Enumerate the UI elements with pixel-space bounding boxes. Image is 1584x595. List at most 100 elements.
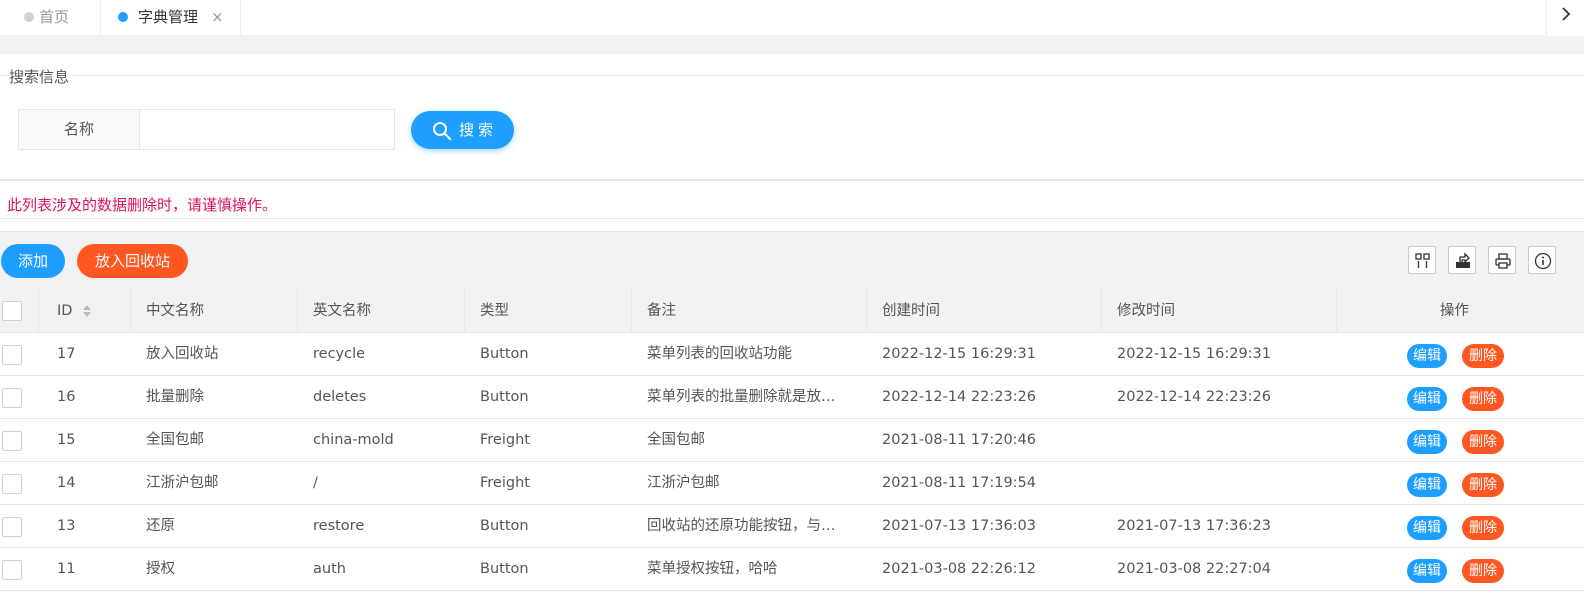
cell-cn-name: 还原 (146, 518, 175, 534)
recycle-button[interactable]: 放入回收站 (77, 244, 188, 278)
add-button[interactable]: 添加 (1, 244, 65, 278)
divider (0, 218, 1584, 219)
cell-id: 11 (57, 561, 76, 577)
cell-en-name: recycle (313, 346, 366, 362)
header-actions: 操作 (1440, 303, 1469, 319)
cell-note: 江浙沪包邮 (647, 475, 720, 491)
edit-button[interactable]: 编辑 (1407, 430, 1447, 454)
table-row: 14 江浙沪包邮 / Freight 江浙沪包邮 2021-08-11 17:19:54 编… (0, 462, 1584, 505)
cell-type: Button (480, 561, 529, 577)
select-all-checkbox[interactable] (2, 301, 22, 321)
cell-modify-time: 2022-12-15 16:29:31 (1117, 346, 1271, 362)
table-row: 16 批量删除 deletes Button 菜单列表的批量删除就是放… 2022-12-… (0, 376, 1584, 419)
cell-note: 菜单列表的批量删除就是放… (647, 389, 836, 405)
warning-text: 此列表涉及的数据删除时，请谨慎操作。 (7, 196, 278, 214)
cell-en-name: restore (313, 518, 365, 534)
cell-id: 17 (57, 346, 76, 362)
header-id[interactable]: ID (57, 289, 72, 332)
tab-label: 字典管理 (138, 8, 199, 26)
cell-create-time: 2021-03-08 22:26:12 (882, 561, 1036, 577)
cell-note: 菜单列表的回收站功能 (647, 346, 792, 362)
tab-status-dot (118, 12, 128, 22)
cell-en-name: / (313, 475, 318, 491)
delete-button[interactable]: 删除 (1462, 516, 1504, 540)
close-icon[interactable]: × (211, 0, 224, 34)
cell-create-time: 2021-07-13 17:36:03 (882, 518, 1036, 534)
cell-en-name: auth (313, 561, 346, 577)
table-row: 17 放入回收站 recycle Button 菜单列表的回收站功能 2022-12-15… (0, 333, 1584, 376)
cell-cn-name: 江浙沪包邮 (146, 475, 219, 491)
tab-status-dot (24, 12, 34, 22)
row-checkbox[interactable] (2, 431, 22, 451)
divider (0, 179, 1584, 181)
cell-id: 13 (57, 518, 76, 534)
row-checkbox[interactable] (2, 388, 22, 408)
tab-bar: 首页 字典管理 × (0, 0, 1584, 36)
sort-icon[interactable] (82, 304, 92, 318)
cell-note: 回收站的还原功能按钮，与… (647, 518, 836, 534)
cell-type: Freight (480, 475, 530, 491)
search-input[interactable] (139, 109, 395, 150)
edit-button[interactable]: 编辑 (1407, 387, 1447, 411)
table-row: 13 还原 restore Button 回收站的还原功能按钮，与… 2021-07-13… (0, 505, 1584, 548)
table-row: 11 授权 auth Button 菜单授权按钮，哈哈 2021-03-08 22:26:… (0, 548, 1584, 591)
search-legend: 搜索信息 (9, 66, 74, 87)
delete-button[interactable]: 删除 (1462, 559, 1504, 583)
delete-button[interactable]: 删除 (1462, 473, 1504, 497)
print-icon[interactable] (1488, 246, 1516, 274)
cell-modify-time: 2022-12-14 22:23:26 (1117, 389, 1271, 405)
cell-cn-name: 全国包邮 (146, 432, 204, 448)
header-note: 备注 (647, 303, 676, 319)
tab-dictionary[interactable]: 字典管理 × (101, 0, 241, 36)
cell-type: Button (480, 518, 529, 534)
row-checkbox[interactable] (2, 345, 22, 365)
cell-id: 15 (57, 432, 76, 448)
edit-button[interactable]: 编辑 (1407, 559, 1447, 583)
cell-modify-time: 2021-03-08 22:27:04 (1117, 561, 1271, 577)
row-checkbox[interactable] (2, 560, 22, 580)
cell-cn-name: 批量删除 (146, 389, 204, 405)
dictionary-table: ID 中文名称 英文名称 类型 备注 创建时间 修改时间 操作 17 放入回收站 r… (0, 289, 1584, 591)
cell-create-time: 2022-12-15 16:29:31 (882, 346, 1036, 362)
delete-button[interactable]: 删除 (1462, 387, 1504, 411)
row-checkbox[interactable] (2, 474, 22, 494)
edit-button[interactable]: 编辑 (1407, 344, 1447, 368)
cell-create-time: 2021-08-11 17:20:46 (882, 432, 1036, 448)
columns-icon[interactable] (1408, 246, 1436, 274)
table-row: 15 全国包邮 china-mold Freight 全国包邮 2021-08-11 17… (0, 419, 1584, 462)
search-field-label: 名称 (18, 109, 140, 150)
chevron-right-icon[interactable] (1546, 0, 1584, 36)
cell-create-time: 2022-12-14 22:23:26 (882, 389, 1036, 405)
edit-button[interactable]: 编辑 (1407, 516, 1447, 540)
table-header-row: ID 中文名称 英文名称 类型 备注 创建时间 修改时间 操作 (0, 289, 1584, 333)
cell-create-time: 2021-08-11 17:19:54 (882, 475, 1036, 491)
export-icon[interactable] (1448, 246, 1476, 274)
fieldset-border (0, 75, 1584, 76)
delete-button[interactable]: 删除 (1462, 430, 1504, 454)
header-create-time: 创建时间 (882, 303, 940, 319)
header-cn-name: 中文名称 (146, 303, 204, 319)
cell-note: 全国包邮 (647, 432, 705, 448)
table-toolbar: 添加 放入回收站 (0, 231, 1584, 289)
cell-note: 菜单授权按钮，哈哈 (647, 561, 778, 577)
row-checkbox[interactable] (2, 517, 22, 537)
cell-type: Freight (480, 432, 530, 448)
search-button[interactable]: 搜索 (411, 111, 514, 149)
content-top-band (0, 36, 1584, 54)
delete-button[interactable]: 删除 (1462, 344, 1504, 368)
tab-label: 首页 (39, 8, 70, 26)
cell-modify-time: 2021-07-13 17:36:23 (1117, 518, 1271, 534)
search-button-label: 搜索 (459, 121, 498, 139)
header-en-name: 英文名称 (313, 303, 371, 319)
cell-type: Button (480, 389, 529, 405)
tab-home[interactable]: 首页 (0, 0, 101, 36)
cell-id: 14 (57, 475, 76, 491)
cell-type: Button (480, 346, 529, 362)
header-type: 类型 (480, 303, 509, 319)
cell-id: 16 (57, 389, 76, 405)
cell-en-name: china-mold (313, 432, 394, 448)
header-modify-time: 修改时间 (1117, 303, 1175, 319)
search-icon (433, 122, 452, 141)
edit-button[interactable]: 编辑 (1407, 473, 1447, 497)
info-icon[interactable] (1528, 246, 1556, 274)
